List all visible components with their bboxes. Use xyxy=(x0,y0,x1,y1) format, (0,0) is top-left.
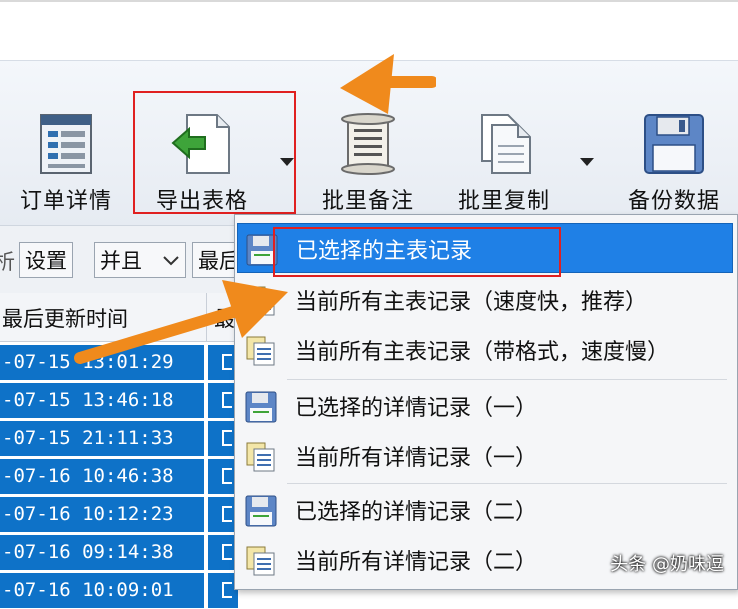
menu-item-selected-detail-records-2[interactable]: 已选择的详情记录（二） xyxy=(237,485,733,535)
row-time-cell: -07-16 09:14:38 xyxy=(0,535,204,570)
filter-left-glyph: 析 xyxy=(0,250,15,274)
row-time-cell: -07-15 21:11:33 xyxy=(0,421,204,456)
menu-item-label: 当前所有主表记录（带格式，速度慢） xyxy=(295,340,670,365)
menu-item-all-main-records-formatted[interactable]: 当前所有主表记录（带格式，速度慢） xyxy=(237,325,733,375)
menu-item-label: 当前所有详情记录（一） xyxy=(295,446,538,471)
menu-separator xyxy=(287,483,727,484)
copy-dropdown-caret[interactable] xyxy=(580,158,594,166)
logic-select[interactable]: 并且 xyxy=(94,242,186,278)
menu-item-all-main-records-fast[interactable]: 当前所有主表记录（速度快，推荐） xyxy=(237,275,733,325)
window-top-band xyxy=(0,0,738,60)
export-highlight-box xyxy=(133,91,296,214)
watermark: 头条 @奶味逗 xyxy=(610,554,724,575)
backup-data-button[interactable]: 备份数据 xyxy=(614,113,734,218)
settings-button[interactable]: 设置 xyxy=(19,242,73,278)
row-time-cell: -07-16 10:46:38 xyxy=(0,459,204,494)
batch-copy-button[interactable]: 批里复制 xyxy=(444,113,564,218)
batch-copy-icon xyxy=(481,114,531,174)
batch-note-label: 批里备注 xyxy=(321,189,414,214)
copy-pages-icon xyxy=(246,442,275,472)
batch-note-button[interactable]: 批里备注 xyxy=(308,113,428,218)
row-time-cell: -07-15 13:46:18 xyxy=(0,383,204,418)
menu-item-all-detail-records-1[interactable]: 当前所有详情记录（一） xyxy=(237,431,733,481)
floppy-disk-icon xyxy=(245,391,277,423)
chevron-down-icon xyxy=(163,256,179,266)
menu-item-label: 已选择的详情记录（一） xyxy=(295,396,538,421)
backup-data-icon xyxy=(644,114,704,174)
menu-item-label: 当前所有主表记录（速度快，推荐） xyxy=(295,290,648,315)
orange-arrow-icon xyxy=(340,54,436,114)
batch-copy-label: 批里复制 xyxy=(457,189,550,214)
order-details-icon xyxy=(40,114,92,174)
orange-arrow-icon xyxy=(74,280,288,364)
menu-item-selected-detail-records-1[interactable]: 已选择的详情记录（一） xyxy=(237,381,733,431)
menu-item-label: 当前所有详情记录（二） xyxy=(295,550,538,575)
batch-note-icon xyxy=(341,113,395,175)
row-time-cell: -07-16 10:12:23 xyxy=(0,497,204,532)
menu-separator xyxy=(287,379,727,380)
backup-data-label: 备份数据 xyxy=(627,189,720,214)
order-details-button[interactable]: 订单详情 xyxy=(6,113,126,218)
copy-pages-icon xyxy=(246,546,275,576)
floppy-disk-icon xyxy=(245,495,277,527)
row-time-cell: -07-16 10:09:01 xyxy=(0,573,204,608)
logic-select-value: 并且 xyxy=(100,249,142,273)
order-details-label: 订单详情 xyxy=(19,189,112,214)
menu-item-label: 已选择的详情记录（二） xyxy=(295,500,538,525)
menu-highlight-box xyxy=(273,227,561,277)
